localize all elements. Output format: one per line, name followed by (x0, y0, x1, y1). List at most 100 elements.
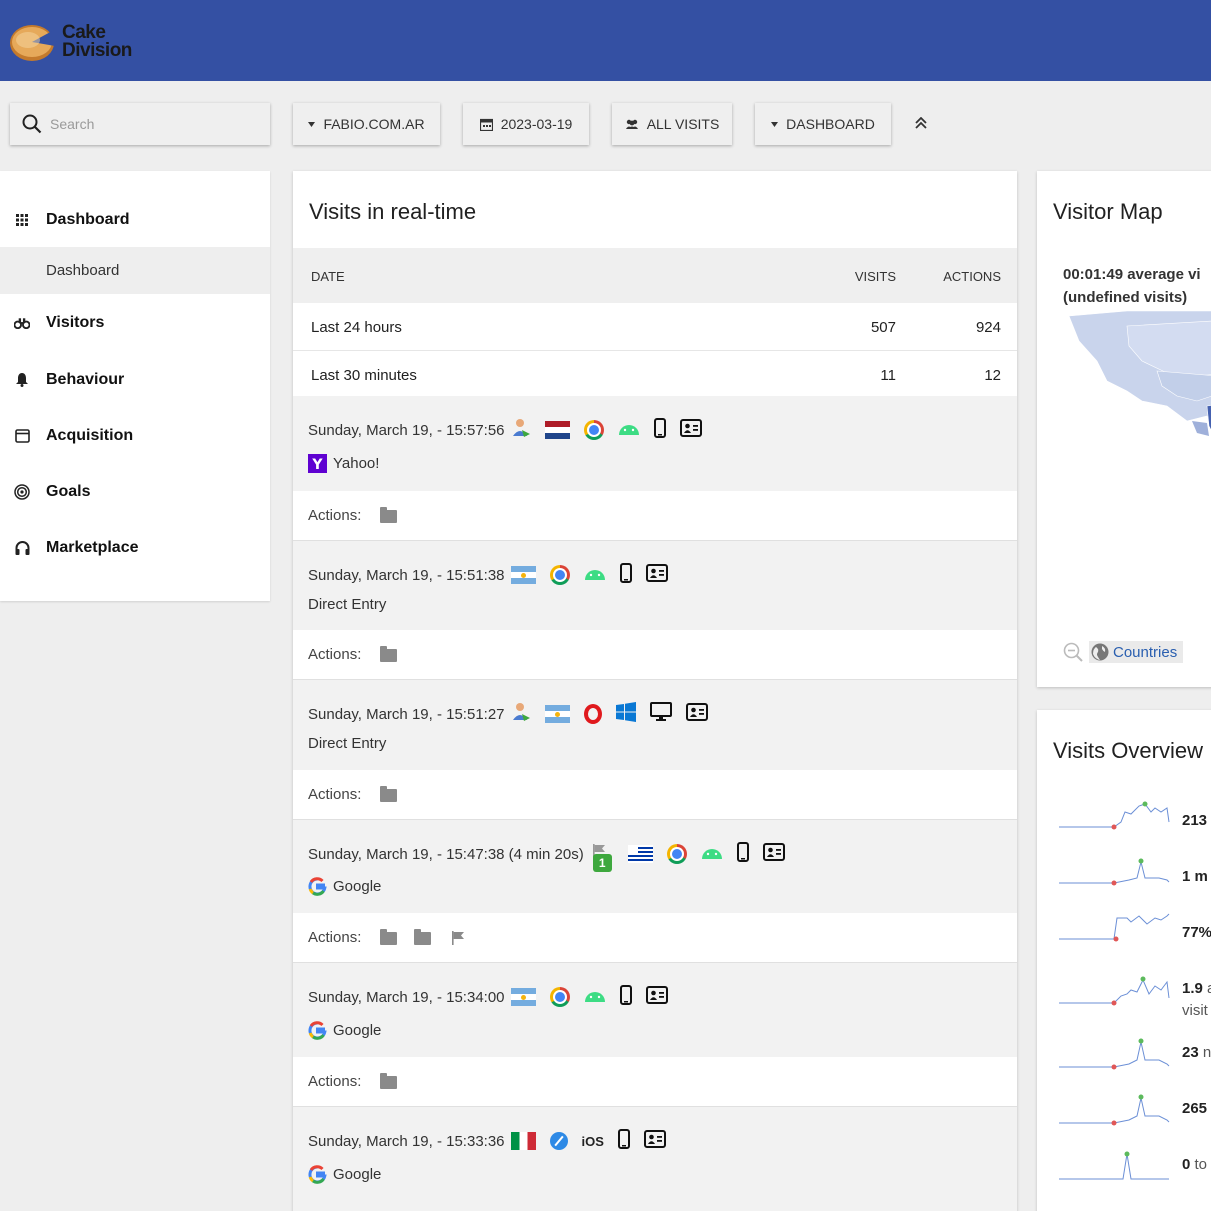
visit-actions: Actions: (293, 913, 1017, 963)
map-controls: Countries (1063, 641, 1184, 663)
folder-icon[interactable] (414, 929, 431, 945)
sidebar-item-label: Behaviour (46, 371, 125, 388)
search-input[interactable]: Search (10, 103, 270, 145)
google-icon (308, 1021, 327, 1040)
sidebar-item-behaviour[interactable]: Behaviour (0, 358, 270, 402)
sidebar-item-acquisition[interactable]: Acquisition (0, 414, 270, 458)
zoom-out-icon[interactable] (1063, 642, 1083, 662)
flag-goal-icon[interactable] (451, 931, 465, 945)
map-summary: 00:01:49 average vi (undefined visits) (1063, 266, 1201, 306)
sidebar-item-marketplace[interactable]: Marketplace (0, 526, 270, 570)
visit-entry[interactable]: Sunday, March 19, - 15:33:36 iOS Google (293, 1107, 1017, 1211)
chrome-browser-icon (583, 420, 604, 440)
visit-entry[interactable]: Sunday, March 19, - 15:51:38 Direct Entr… (293, 541, 1017, 630)
visitor-profile-icon[interactable] (643, 1130, 666, 1152)
visitor-profile-icon[interactable] (762, 843, 785, 865)
widget-title: Visits Overview (1053, 738, 1203, 763)
overview-metric-row[interactable]: 0 to (1059, 1142, 1211, 1182)
visit-datetime: Sunday, March 19, - 15:34:00 (308, 988, 505, 1006)
overview-metric-row[interactable]: 265 (1059, 1086, 1211, 1126)
folder-icon[interactable] (380, 646, 397, 662)
folder-icon[interactable] (380, 786, 397, 802)
countries-button[interactable]: Countries (1089, 641, 1184, 663)
referrer-name: Direct Entry (308, 596, 387, 613)
world-map[interactable] (1067, 311, 1211, 511)
metric-value: 77% (1182, 924, 1211, 941)
countries-label: Countries (1113, 643, 1178, 661)
folder-icon[interactable] (380, 507, 397, 523)
overview-metric-row[interactable]: 1 m (1059, 854, 1211, 894)
globe-icon (1091, 643, 1109, 661)
overview-metric-row[interactable]: 213 (1059, 798, 1211, 838)
chrome-browser-icon (549, 987, 570, 1007)
widget-title: Visits in real-time (309, 199, 477, 224)
folder-icon[interactable] (380, 929, 397, 945)
smartphone-icon (653, 418, 666, 442)
sidebar-nav: Dashboard Dashboard Visitors Behaviour A… (0, 171, 270, 601)
segment-selector-button[interactable]: ALL VISITS (612, 103, 732, 145)
column-header-actions: ACTIONS (943, 269, 1001, 284)
grid-icon (14, 212, 30, 228)
visit-entry[interactable]: Sunday, March 19, - 15:57:56 Y Yahoo! (293, 396, 1017, 491)
goal-count-badge: 1 (592, 854, 612, 872)
visitor-profile-icon[interactable] (685, 703, 708, 725)
row-visits: 507 (870, 319, 896, 336)
visitor-profile-icon[interactable] (645, 986, 668, 1008)
overview-metric-row[interactable]: 1.9 a visit (1059, 966, 1211, 1019)
sidebar-item-visitors[interactable]: Visitors (0, 301, 270, 345)
row-visits: 11 (880, 367, 896, 384)
site-selector-button[interactable]: FABIO.COM.AR (293, 103, 440, 145)
cake-division-logo[interactable]: Cake Division (9, 22, 139, 64)
visit-referrer: Y Yahoo! (308, 454, 379, 473)
visit-entry[interactable]: Sunday, March 19, - 15:51:27 Direct Entr… (293, 680, 1017, 770)
visit-actions: Actions: (293, 491, 1017, 541)
column-header-date: DATE (311, 269, 345, 284)
visitor-profile-icon[interactable] (645, 564, 668, 586)
visit-datetime: Sunday, March 19, - 15:47:38 (4 min 20s) (308, 845, 584, 863)
opera-browser-icon (583, 704, 602, 724)
date-selector-button[interactable]: 2023-03-19 (463, 103, 589, 145)
sidebar-item-label: Visitors (46, 314, 105, 331)
metric-value: 1.9 a (1182, 980, 1211, 997)
metric-value: 23 n (1182, 1044, 1211, 1061)
metric-value: 265 (1182, 1100, 1208, 1117)
android-icon (701, 846, 723, 863)
sidebar-item-goals[interactable]: Goals (0, 470, 270, 514)
caret-down-icon (308, 121, 316, 127)
visit-datetime: Sunday, March 19, - 15:33:36 (308, 1132, 505, 1150)
sidebar-subitem-label: Dashboard (46, 262, 120, 279)
sidebar-item-dashboard[interactable]: Dashboard (0, 198, 270, 242)
ios-label: iOS (581, 1133, 604, 1149)
sidebar-item-label: Dashboard (46, 211, 130, 228)
folder-icon[interactable] (380, 1073, 397, 1089)
sparkline (1059, 1038, 1170, 1070)
sparkline (1059, 1094, 1170, 1126)
row-label: Last 24 hours (311, 319, 402, 336)
flag-argentina-icon (544, 705, 570, 723)
collapse-chevrons-up-icon[interactable] (910, 112, 932, 134)
visit-entry[interactable]: Sunday, March 19, - 15:34:00 Google (293, 963, 1017, 1057)
flag-italy-icon (510, 1132, 536, 1150)
visit-entry[interactable]: Sunday, March 19, - 15:47:38 (4 min 20s)… (293, 820, 1017, 913)
safari-browser-icon (549, 1132, 568, 1150)
caret-down-icon (771, 121, 779, 127)
column-header-visits: VISITS (854, 269, 896, 284)
visitor-profile-icon[interactable] (679, 419, 702, 441)
calendar-icon (479, 118, 493, 131)
overview-metric-row[interactable]: 23 n (1059, 1030, 1211, 1070)
sidebar-subitem-dashboard[interactable]: Dashboard (0, 247, 270, 294)
flag-argentina-icon (510, 988, 536, 1006)
visit-referrer: Google (308, 1165, 381, 1184)
overview-metric-row[interactable]: 77% (1059, 910, 1211, 950)
google-icon (308, 1165, 327, 1184)
dashboard-selector-button[interactable]: DASHBOARD (755, 103, 891, 145)
returning-visitor-icon (511, 702, 531, 726)
visit-referrer: Google (308, 877, 381, 896)
visit-referrer: Google (308, 1021, 381, 1040)
sparkline (1059, 858, 1170, 886)
flag-netherlands-icon (544, 421, 570, 439)
actions-label: Actions: (308, 646, 362, 663)
visitor-map-widget: Visitor Map 00:01:49 average vi (undefin… (1037, 171, 1211, 687)
sidebar-item-label: Marketplace (46, 539, 139, 556)
bell-icon (14, 372, 30, 388)
